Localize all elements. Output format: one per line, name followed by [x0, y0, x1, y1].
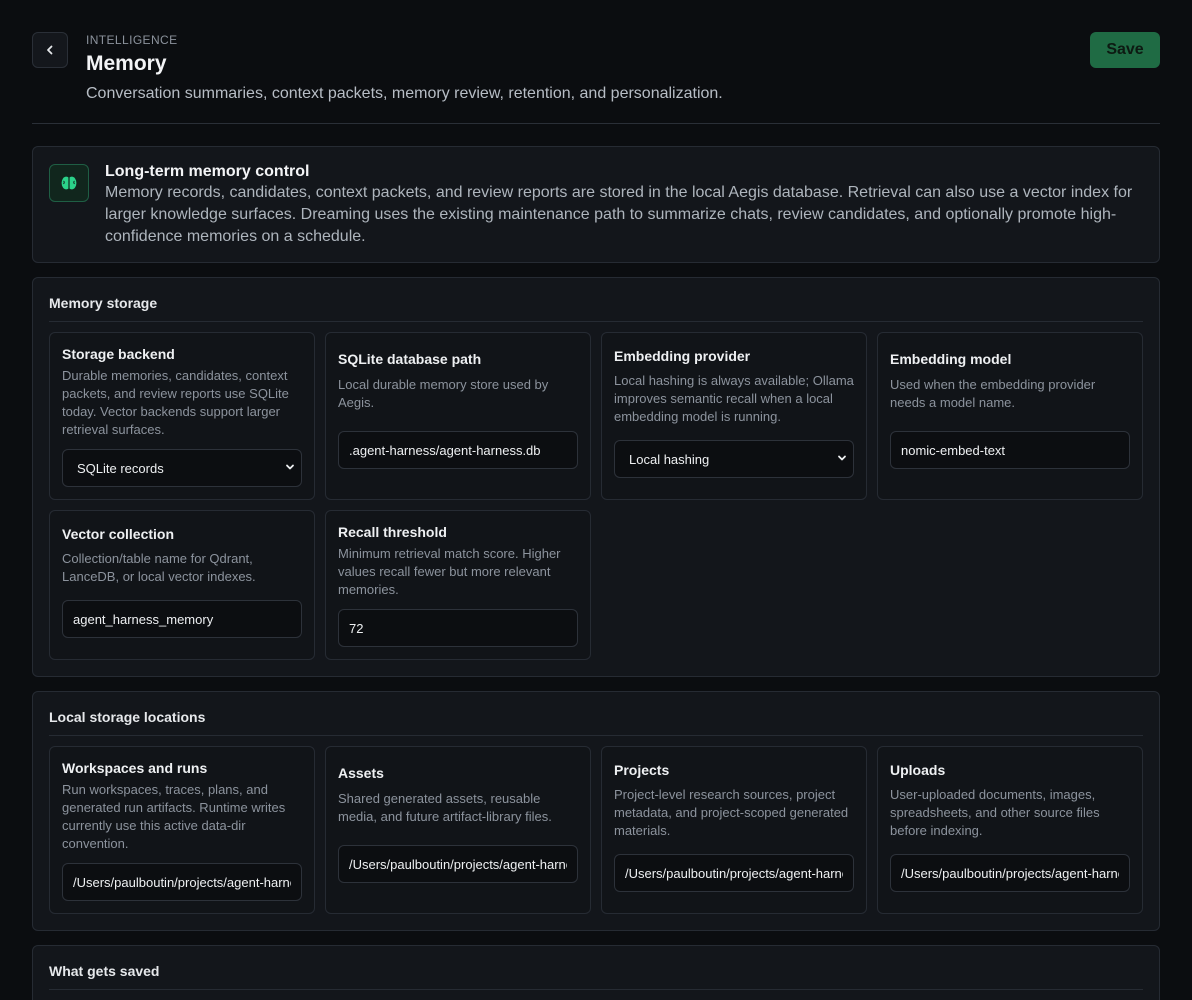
- card-title: Recall threshold: [338, 524, 447, 540]
- card-title: Vector collection: [62, 526, 175, 542]
- section-title: Local storage locations: [49, 709, 206, 725]
- card-description: Collection/table name for Qdrant, LanceD…: [62, 551, 256, 584]
- card-description: Local hashing is always available; Ollam…: [614, 373, 854, 424]
- breadcrumb: INTELLIGENCE: [86, 33, 178, 47]
- card-description: Minimum retrieval match score. Higher va…: [338, 546, 561, 597]
- memory-storage-section: Memory storage Storage backend Durable m…: [32, 277, 1160, 677]
- vector-collection-card: Vector collection Collection/table name …: [49, 510, 315, 660]
- embedding-provider-select-wrap: Local hashing: [614, 440, 854, 478]
- section-divider: [49, 735, 1143, 736]
- intro-title: Long-term memory control: [105, 163, 310, 180]
- local-storage-section: Local storage locations Workspaces and r…: [32, 691, 1160, 931]
- what-gets-saved-section: What gets saved: [32, 945, 1160, 1000]
- assets-card: Assets Shared generated assets, reusable…: [325, 746, 591, 914]
- page-header: INTELLIGENCE Memory Conversation summari…: [32, 32, 1160, 124]
- brain-icon: [49, 164, 89, 202]
- uploads-card: Uploads User-uploaded documents, images,…: [877, 746, 1143, 914]
- card-description: Local durable memory store used by Aegis…: [338, 377, 549, 410]
- sqlite-path-input[interactable]: [338, 431, 578, 469]
- projects-path-input[interactable]: [614, 854, 854, 892]
- workspaces-path-input[interactable]: [62, 863, 302, 901]
- save-button[interactable]: Save: [1090, 32, 1160, 68]
- section-title: Memory storage: [49, 295, 158, 311]
- embedding-provider-card: Embedding provider Local hashing is alwa…: [601, 332, 867, 500]
- projects-card: Projects Project-level research sources,…: [601, 746, 867, 914]
- chevron-left-icon: [47, 45, 53, 55]
- card-description: User-uploaded documents, images, spreads…: [890, 787, 1100, 838]
- card-title: Storage backend: [62, 346, 175, 362]
- storage-backend-select[interactable]: SQLite records: [62, 449, 302, 487]
- page-title: Memory: [86, 52, 167, 75]
- vector-collection-input[interactable]: [62, 600, 302, 638]
- workspaces-card: Workspaces and runs Run workspaces, trac…: [49, 746, 315, 914]
- card-description: Used when the embedding provider needs a…: [890, 377, 1096, 410]
- embedding-model-input[interactable]: [890, 431, 1130, 469]
- card-title: Embedding provider: [614, 348, 751, 364]
- storage-backend-select-wrap: SQLite records: [62, 449, 302, 487]
- card-title: Embedding model: [890, 351, 1012, 367]
- uploads-path-input[interactable]: [890, 854, 1130, 892]
- storage-backend-card: Storage backend Durable memories, candid…: [49, 332, 315, 500]
- page-description: Conversation summaries, context packets,…: [86, 85, 723, 102]
- intro-description: Memory records, candidates, context pack…: [105, 184, 1133, 245]
- section-divider: [49, 321, 1143, 322]
- card-description: Shared generated assets, reusable media,…: [338, 791, 552, 824]
- card-title: Workspaces and runs: [62, 760, 208, 776]
- section-title: What gets saved: [49, 963, 160, 979]
- card-description: Project-level research sources, project …: [614, 787, 849, 838]
- card-description: Durable memories, candidates, context pa…: [62, 368, 289, 437]
- assets-path-input[interactable]: [338, 845, 578, 883]
- sqlite-path-card: SQLite database path Local durable memor…: [325, 332, 591, 500]
- recall-threshold-input[interactable]: [338, 609, 578, 647]
- recall-threshold-card: Recall threshold Minimum retrieval match…: [325, 510, 591, 660]
- embedding-provider-select[interactable]: Local hashing: [614, 440, 854, 478]
- header-divider: [32, 123, 1160, 124]
- section-divider: [49, 989, 1143, 990]
- card-description: Run workspaces, traces, plans, and gener…: [62, 782, 286, 851]
- embedding-model-card: Embedding model Used when the embedding …: [877, 332, 1143, 500]
- back-button[interactable]: [32, 32, 68, 68]
- card-title: Assets: [338, 765, 384, 781]
- card-title: Projects: [614, 762, 670, 778]
- memory-intro-panel: Long-term memory control Memory records,…: [32, 146, 1160, 263]
- card-title: SQLite database path: [338, 351, 482, 367]
- card-title: Uploads: [890, 762, 946, 778]
